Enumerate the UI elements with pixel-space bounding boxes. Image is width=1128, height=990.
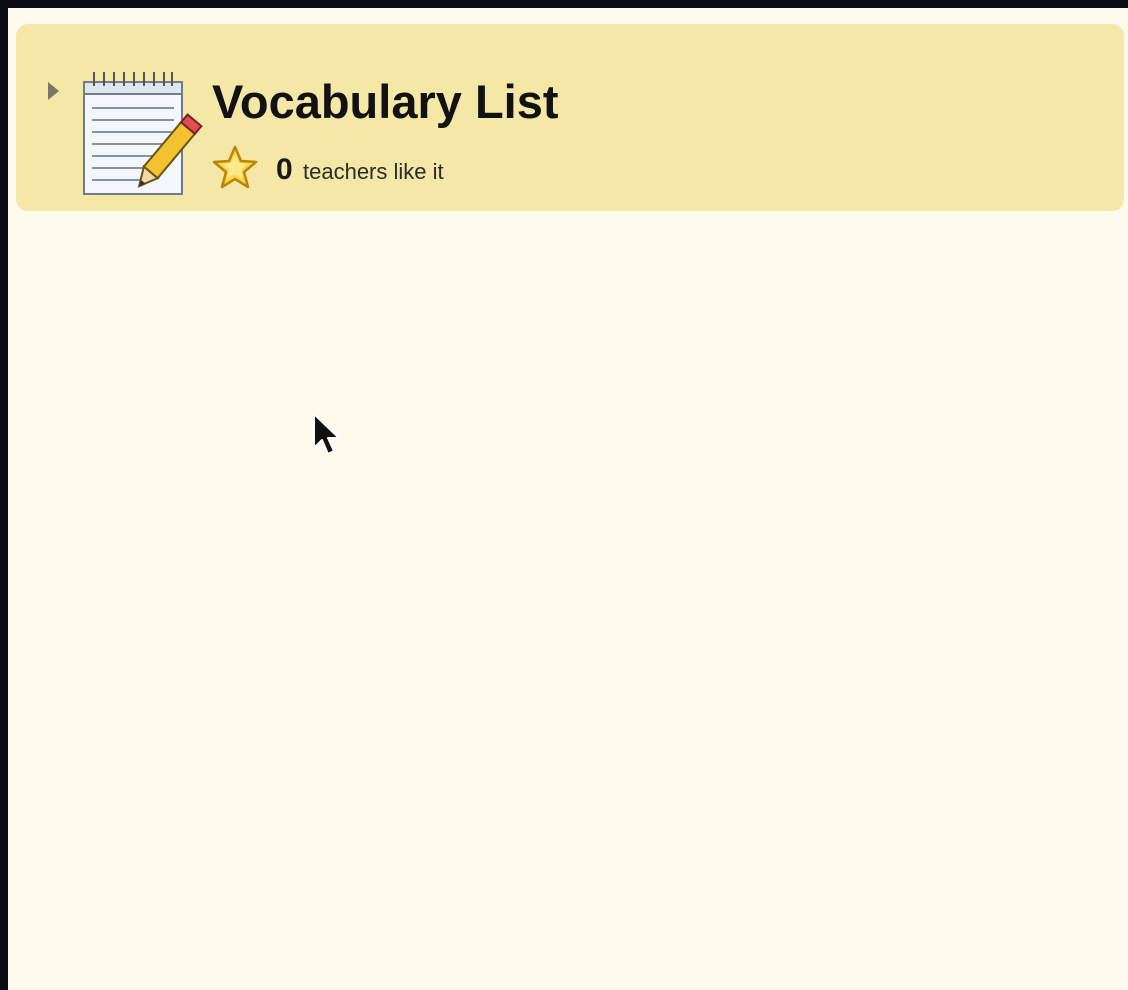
star-icon[interactable] xyxy=(212,144,258,190)
page-content: Vocabulary List 0 teachers like it xyxy=(8,8,1128,990)
notepad-pencil-icon xyxy=(83,72,203,195)
resource-header: Vocabulary List 0 teachers like it xyxy=(16,24,1124,211)
like-label: teachers like it xyxy=(303,159,444,184)
expand-triangle-icon[interactable] xyxy=(48,82,59,100)
page-title: Vocabulary List xyxy=(212,75,559,128)
like-count: 0 xyxy=(276,153,293,186)
mouse-cursor-icon xyxy=(313,413,340,455)
